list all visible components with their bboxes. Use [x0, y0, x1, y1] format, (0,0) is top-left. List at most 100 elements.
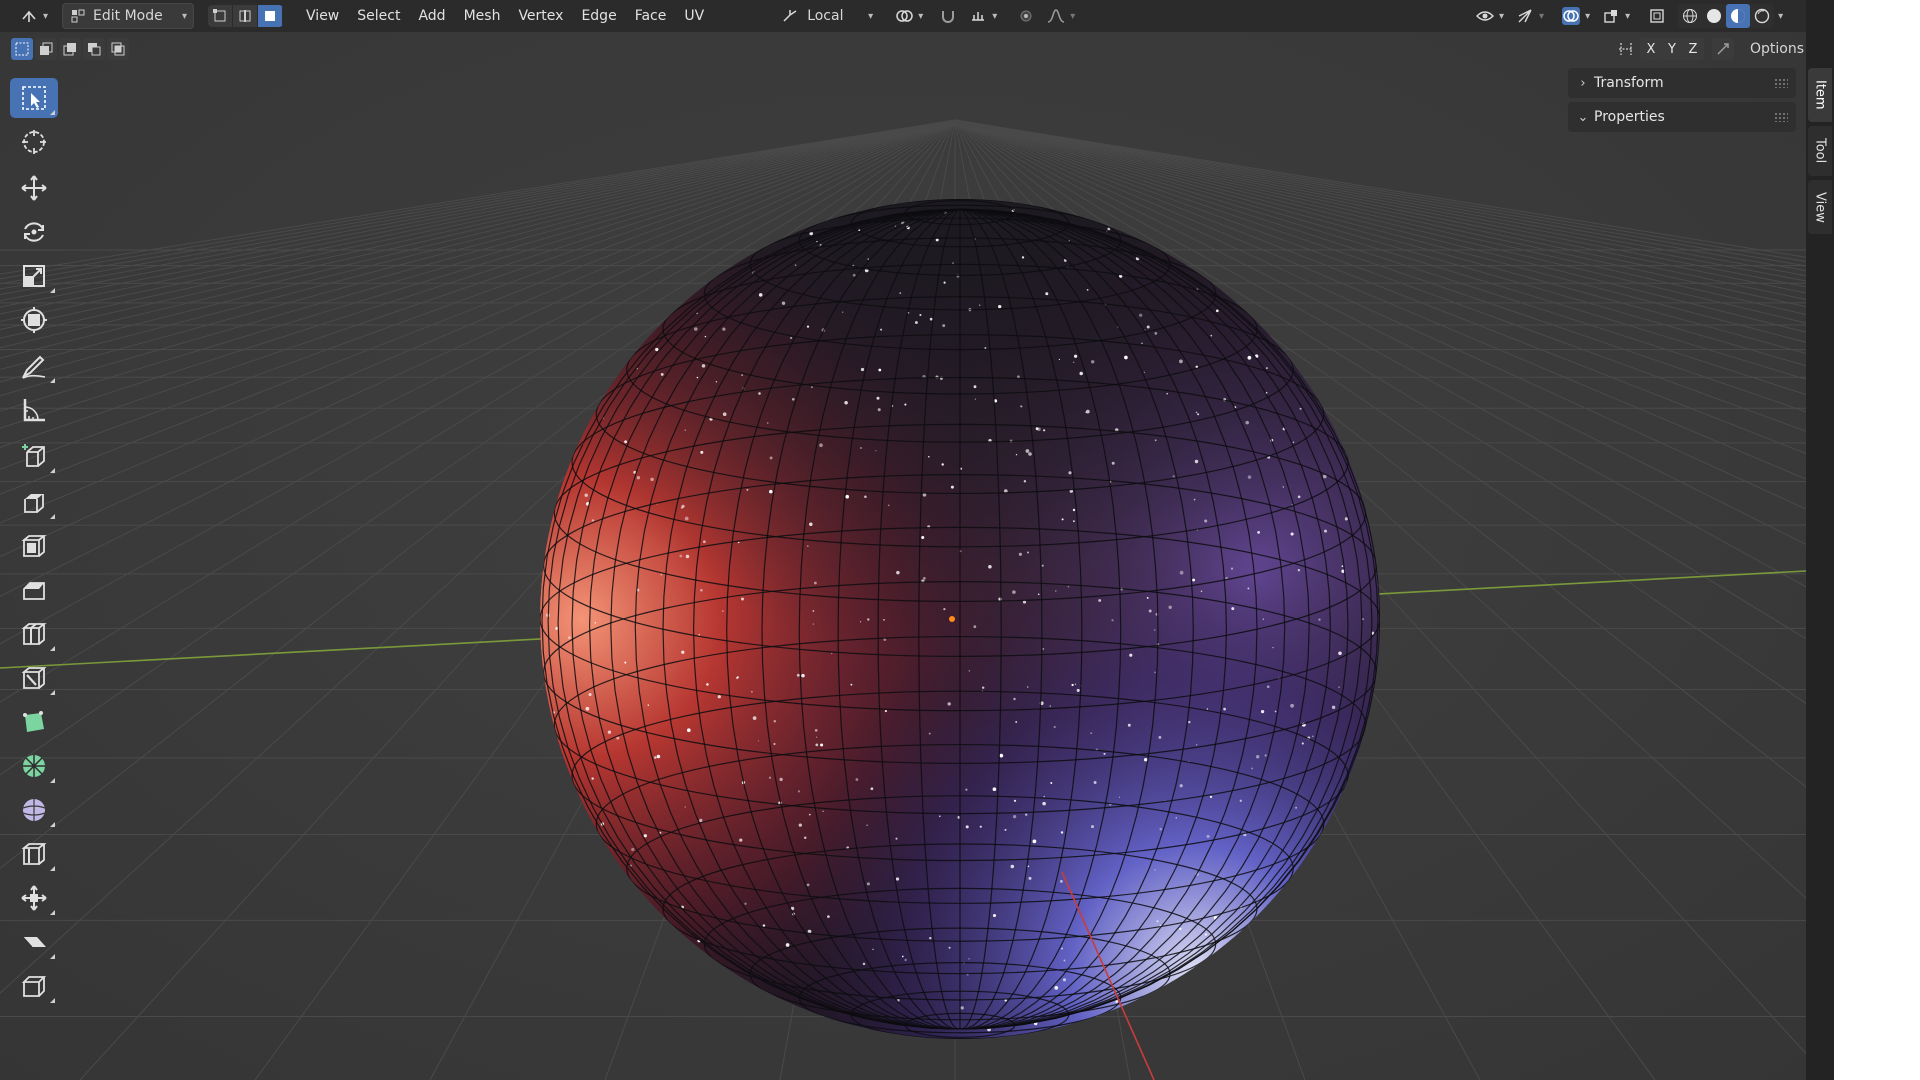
- tab-tool[interactable]: Tool: [1808, 126, 1832, 176]
- cursor-icon: [22, 130, 46, 154]
- chevron-down-icon: ▾: [992, 10, 998, 22]
- menu-face[interactable]: Face: [626, 4, 676, 28]
- scale-tool[interactable]: [10, 256, 58, 296]
- transform-orientation-dropdown[interactable]: Local ▾: [775, 4, 879, 28]
- edge-select-icon[interactable]: [233, 5, 259, 27]
- material-preview-icon[interactable]: [1726, 4, 1751, 28]
- viewport-scene[interactable]: [0, 0, 1806, 1080]
- menu-uv[interactable]: UV: [675, 4, 713, 28]
- shrink-fatten-tool[interactable]: [10, 878, 58, 918]
- proportional-dot-icon: [1017, 7, 1035, 25]
- select-new-icon[interactable]: [11, 38, 33, 60]
- rendered-shading-icon[interactable]: [1750, 4, 1774, 28]
- menu-vertex[interactable]: Vertex: [509, 4, 572, 28]
- falloff-button[interactable]: ▾: [1041, 4, 1081, 28]
- bevel-tool[interactable]: [10, 570, 58, 610]
- snap-toggle[interactable]: [933, 4, 963, 28]
- transform-panel-header[interactable]: › Transform: [1568, 68, 1796, 98]
- select-subtract-icon[interactable]: [59, 38, 81, 60]
- visibility-button[interactable]: ▾: [1470, 4, 1510, 28]
- smooth-tool[interactable]: [10, 790, 58, 830]
- tool-settings-row: X Y Z Options ▾: [0, 34, 1806, 64]
- annotate-icon: [21, 355, 46, 379]
- 3d-viewport[interactable]: ▾ Edit Mode ▾ View Select Add Mesh Verte…: [0, 0, 1806, 1080]
- pivot-icon: [895, 7, 913, 25]
- menu-select[interactable]: Select: [348, 4, 409, 28]
- mesh-overlays-button[interactable]: ▾: [1596, 4, 1636, 28]
- select-box-icon: [22, 86, 46, 110]
- snap-target-button[interactable]: ▾: [963, 4, 1003, 28]
- poly-build-icon: [23, 711, 44, 732]
- bevel-icon: [23, 582, 45, 600]
- select-mode-group: [208, 5, 284, 27]
- shear-tool[interactable]: [10, 922, 58, 962]
- vertex-select-icon[interactable]: [208, 5, 234, 27]
- chevron-down-icon: ▾: [43, 10, 49, 22]
- snap-increment-icon: [969, 7, 987, 25]
- solid-shading-icon[interactable]: [1702, 4, 1726, 28]
- mode-dropdown[interactable]: Edit Mode ▾: [62, 3, 195, 29]
- edge-slide-tool[interactable]: [10, 834, 58, 874]
- mirror-z-toggle[interactable]: Z: [1682, 38, 1704, 60]
- spin-tool[interactable]: [10, 746, 58, 786]
- select-intersect-icon[interactable]: [107, 38, 129, 60]
- knife-icon: [21, 667, 47, 689]
- edge-slide-icon: [21, 843, 47, 865]
- extrude-tool[interactable]: [10, 482, 58, 522]
- sphere-mesh[interactable]: [540, 199, 1380, 1039]
- auto-merge-icon[interactable]: [1712, 38, 1734, 60]
- menu-edge[interactable]: Edge: [572, 4, 625, 28]
- pivot-point-button[interactable]: ▾: [889, 4, 929, 28]
- mirror-icon[interactable]: [1615, 38, 1637, 60]
- object-origin: [949, 616, 955, 622]
- mirror-x-toggle[interactable]: X: [1640, 38, 1662, 60]
- tool-shelf: [10, 78, 62, 1010]
- properties-panel-header[interactable]: ⌄ Properties: [1568, 102, 1796, 132]
- gizmo-toggle[interactable]: ▾: [1510, 4, 1550, 28]
- annotate-tool[interactable]: [10, 346, 58, 386]
- transform-tool[interactable]: [10, 300, 58, 340]
- add-cube-icon: [22, 444, 45, 467]
- wireframe-shading-icon[interactable]: [1678, 4, 1702, 28]
- add-cube-tool[interactable]: [10, 436, 58, 476]
- move-tool[interactable]: [10, 168, 58, 208]
- poly-build-tool[interactable]: [10, 702, 58, 742]
- knife-tool[interactable]: [10, 658, 58, 698]
- measure-tool[interactable]: [10, 390, 58, 430]
- select-invert-icon[interactable]: [83, 38, 105, 60]
- face-select-icon[interactable]: [258, 5, 284, 27]
- shading-options-chevron-icon[interactable]: ▾: [1778, 11, 1783, 22]
- options-label: Options: [1750, 41, 1805, 57]
- xray-toggle[interactable]: [1642, 4, 1672, 28]
- chevron-down-icon: ▾: [1625, 10, 1631, 22]
- select-extend-icon[interactable]: [35, 38, 57, 60]
- chevron-down-icon: ▾: [1539, 10, 1545, 22]
- menu-mesh[interactable]: Mesh: [455, 4, 510, 28]
- rip-tool[interactable]: [10, 966, 58, 1006]
- menu-add[interactable]: Add: [409, 4, 454, 28]
- proportional-edit-toggle[interactable]: [1011, 4, 1041, 28]
- chevron-down-icon: ▾: [918, 10, 924, 22]
- inset-tool[interactable]: [10, 526, 58, 566]
- move-icon: [21, 175, 47, 201]
- drag-handle-icon[interactable]: [1774, 112, 1788, 122]
- overlays-toggle[interactable]: ▾: [1556, 4, 1596, 28]
- loop-cut-tool[interactable]: [10, 614, 58, 654]
- rotate-tool[interactable]: [10, 212, 58, 252]
- drag-handle-icon[interactable]: [1774, 78, 1788, 88]
- eye-icon: [1476, 7, 1494, 25]
- mode-label: Edit Mode: [93, 8, 163, 24]
- editor-type-button[interactable]: ▾: [14, 4, 54, 28]
- measure-icon: [23, 399, 45, 422]
- editor-type-icon: [20, 7, 38, 25]
- cursor-tool[interactable]: [10, 122, 58, 162]
- rip-icon: [21, 976, 47, 997]
- edit-mode-icon: [69, 7, 87, 25]
- select-box-tool[interactable]: [10, 78, 58, 118]
- chevron-right-icon: ›: [1580, 75, 1586, 91]
- menu-view[interactable]: View: [297, 4, 348, 28]
- options-dropdown[interactable]: Options ▾: [1744, 37, 1806, 61]
- tab-item[interactable]: Item: [1808, 68, 1832, 122]
- tab-view[interactable]: View: [1808, 180, 1832, 234]
- mirror-y-toggle[interactable]: Y: [1661, 38, 1683, 60]
